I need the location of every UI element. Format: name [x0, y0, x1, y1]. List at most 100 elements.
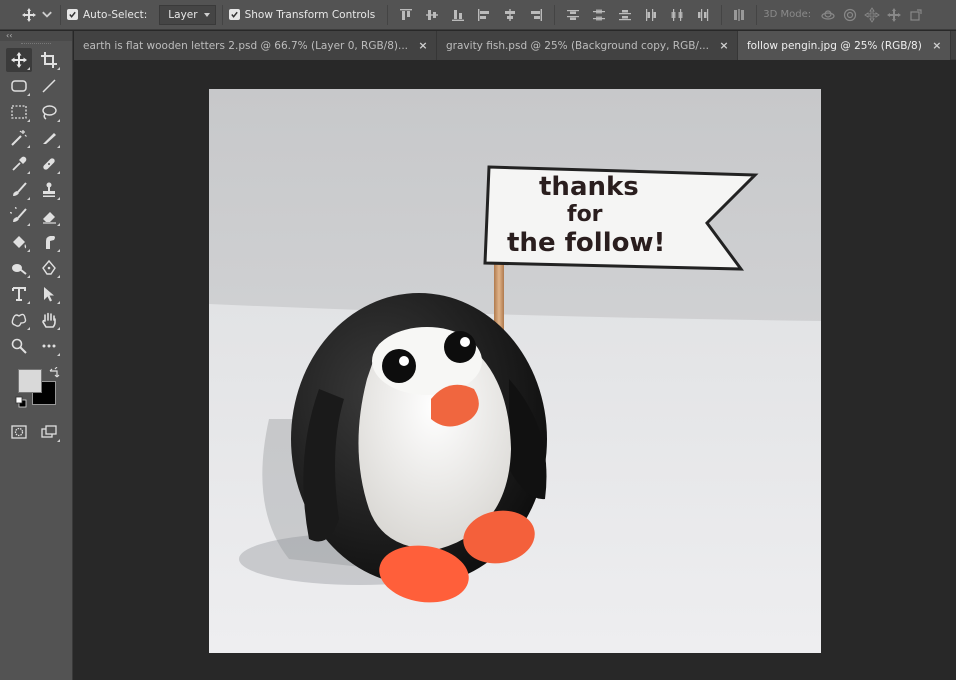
align-left-edges-icon[interactable] — [472, 4, 496, 26]
3d-slide-icon[interactable] — [883, 4, 905, 26]
eraser-icon — [43, 212, 56, 224]
rounded-rectangle-icon — [11, 80, 27, 92]
auto-select-target-dropdown[interactable]: Layer — [159, 4, 216, 25]
hand-tool[interactable] — [36, 308, 62, 332]
slice-knife-icon — [43, 133, 56, 144]
auto-align-layers-icon[interactable] — [728, 4, 750, 26]
brush-icon — [13, 182, 27, 196]
crop-tool[interactable] — [36, 48, 62, 72]
history-brush-icon — [10, 207, 27, 222]
align-horizontal-centers-icon[interactable] — [498, 4, 522, 26]
options-bar: Auto-Select: Layer Show Transform Contro… — [0, 0, 956, 30]
pen-slice-tool[interactable] — [36, 126, 62, 150]
move-tool-preset-icon[interactable] — [18, 4, 40, 26]
close-icon[interactable]: × — [932, 39, 942, 52]
tab-gravity-fish[interactable]: gravity fish.psd @ 25% (Background copy,… — [437, 31, 738, 60]
divider — [60, 4, 61, 25]
magic-wand-icon — [11, 130, 27, 146]
distribute-left-edges-icon[interactable] — [639, 4, 663, 26]
flag-text-line-2: for — [567, 202, 603, 227]
default-colors-icon[interactable] — [15, 396, 27, 408]
clone-stamp-tool[interactable] — [36, 178, 62, 202]
3d-scale-icon[interactable] — [905, 4, 927, 26]
brush-tool[interactable] — [6, 178, 32, 202]
dodge-tool[interactable] — [6, 256, 32, 280]
tab-label: follow pengin.jpg @ 25% (RGB/8) — [746, 39, 922, 52]
chevron-down-icon[interactable] — [40, 4, 54, 26]
tab-label: earth is flat wooden letters 2.psd @ 66.… — [83, 39, 409, 52]
align-top-edges-icon[interactable] — [394, 4, 418, 26]
document-canvas[interactable]: thanks for the follow! — [209, 89, 821, 653]
hand-icon — [42, 312, 56, 328]
history-brush-tool[interactable] — [6, 204, 32, 228]
show-transform-controls-label: Show Transform Controls — [244, 8, 376, 21]
3d-orbit-icon[interactable] — [817, 4, 839, 26]
chevron-down-icon — [203, 12, 210, 17]
move-tool[interactable] — [6, 48, 32, 72]
crop-icon — [41, 52, 57, 68]
marquee-icon — [11, 105, 27, 119]
lasso-tool[interactable] — [36, 100, 62, 124]
eyedropper-tool[interactable] — [6, 152, 32, 176]
checkmark-icon — [228, 9, 240, 20]
align-bottom-edges-icon[interactable] — [446, 4, 470, 26]
healing-brush-tool[interactable] — [36, 152, 62, 176]
distribute-top-edges-icon[interactable] — [561, 4, 585, 26]
quick-mask-icon — [11, 425, 27, 439]
distribute-right-edges-icon[interactable] — [691, 4, 715, 26]
rectangle-tool[interactable] — [6, 74, 32, 98]
distribute-bottom-edges-icon[interactable] — [613, 4, 637, 26]
align-buttons — [394, 4, 548, 26]
stamp-icon — [43, 182, 55, 197]
quick-mask-button[interactable] — [6, 420, 32, 444]
tools-panel: ‹‹ — [0, 31, 73, 680]
distribute-horizontal-centers-icon[interactable] — [665, 4, 689, 26]
line-icon — [42, 79, 56, 93]
swap-colors-icon[interactable] — [47, 367, 61, 381]
lasso-icon — [42, 105, 57, 120]
divider — [554, 4, 556, 25]
close-icon[interactable]: × — [418, 39, 428, 52]
color-swatches — [0, 363, 72, 413]
rectangular-marquee-tool[interactable] — [6, 100, 32, 124]
eyedropper-icon — [12, 156, 27, 171]
pen-tool[interactable] — [36, 256, 62, 280]
ellipsis-icon — [42, 344, 56, 348]
distribute-buttons — [561, 4, 715, 26]
3d-roll-icon[interactable] — [839, 4, 861, 26]
edit-toolbar-button[interactable] — [36, 334, 62, 358]
smudge-finger-icon — [46, 236, 55, 249]
dropdown-value: Layer — [168, 8, 198, 21]
magic-wand-tool[interactable] — [6, 126, 32, 150]
tab-follow-pengin[interactable]: follow pengin.jpg @ 25% (RGB/8) × — [737, 31, 951, 60]
eraser-tool[interactable] — [36, 204, 62, 228]
distribute-vertical-centers-icon[interactable] — [587, 4, 611, 26]
collapse-panel-button[interactable]: ‹‹ — [0, 31, 72, 41]
type-tool[interactable] — [6, 282, 32, 306]
align-right-edges-icon[interactable] — [524, 4, 548, 26]
zoom-tool[interactable] — [6, 334, 32, 358]
document-tabs: earth is flat wooden letters 2.psd @ 66.… — [74, 31, 956, 60]
show-transform-controls-checkbox[interactable]: Show Transform Controls — [228, 8, 376, 21]
3d-drag-icon[interactable] — [861, 4, 883, 26]
bandage-icon — [43, 158, 55, 170]
penguin-photo: thanks for the follow! — [209, 89, 821, 653]
auto-select-label: Auto-Select: — [83, 8, 148, 21]
auto-select-checkbox[interactable]: Auto-Select: — [67, 9, 147, 21]
tab-earth-is-flat[interactable]: earth is flat wooden letters 2.psd @ 66.… — [74, 31, 438, 60]
line-tool[interactable] — [36, 74, 62, 98]
align-vertical-centers-icon[interactable] — [420, 4, 444, 26]
flag-text-line-1: thanks — [539, 172, 639, 202]
foreground-color-swatch[interactable] — [18, 369, 42, 393]
close-icon[interactable]: × — [719, 39, 729, 52]
path-selection-tool[interactable] — [36, 282, 62, 306]
smudge-tool[interactable] — [36, 230, 62, 254]
canvas-workspace[interactable]: thanks for the follow! — [74, 61, 956, 680]
3d-mode-label: 3D Mode: — [763, 9, 812, 20]
custom-shape-tool[interactable] — [6, 308, 32, 332]
paint-bucket-tool[interactable] — [6, 230, 32, 254]
move-icon — [11, 52, 27, 68]
type-t-icon — [12, 287, 26, 301]
screen-mode-button[interactable] — [36, 420, 62, 444]
divider — [221, 4, 223, 25]
